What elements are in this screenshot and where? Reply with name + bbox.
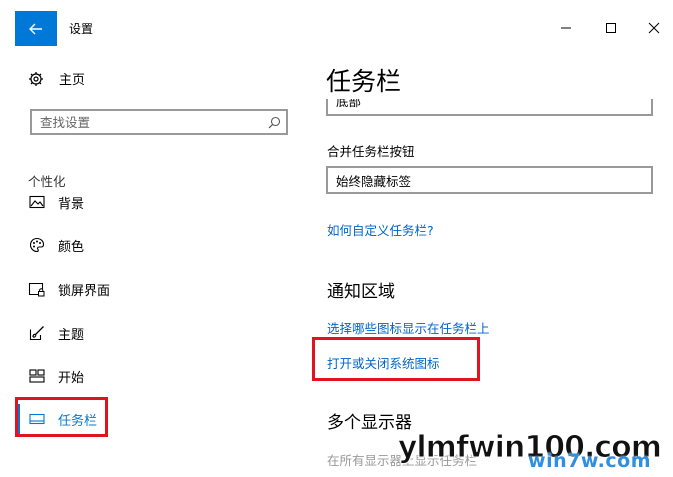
search-box[interactable]	[30, 109, 288, 135]
sidebar-item-lock-screen[interactable]: 锁屏界面	[28, 277, 110, 301]
sidebar-item-background[interactable]: 背景	[28, 190, 84, 214]
palette-icon	[28, 237, 45, 254]
close-icon	[648, 22, 660, 34]
back-button[interactable]	[15, 11, 57, 46]
highlight-box	[312, 337, 480, 381]
image-icon	[28, 194, 45, 211]
close-button[interactable]	[642, 16, 666, 40]
maximize-button[interactable]	[599, 16, 623, 40]
select-taskbar-icons-link[interactable]: 选择哪些图标显示在任务栏上	[327, 318, 490, 337]
combine-buttons-dropdown[interactable]: 始终隐藏标签	[326, 166, 653, 194]
theme-brush-icon	[28, 325, 45, 342]
combine-buttons-label: 合并任务栏按钮	[327, 144, 415, 159]
sidebar-item-label: 主题	[58, 327, 85, 343]
sidebar-item-themes[interactable]: 主题	[28, 321, 84, 345]
search-icon[interactable]	[262, 111, 286, 133]
highlight-box	[15, 397, 108, 437]
sidebar-item-label: 开始	[58, 370, 85, 386]
sidebar-item-label: 背景	[58, 196, 85, 212]
sidebar-item-label: 锁屏界面	[58, 283, 111, 299]
notification-area-heading: 通知区域	[327, 282, 395, 302]
page-title: 任务栏	[326, 67, 402, 96]
start-tiles-icon	[28, 368, 45, 385]
sidebar-item-colors[interactable]: 颜色	[28, 233, 84, 257]
gear-icon	[29, 71, 43, 86]
window-title: 设置	[69, 22, 94, 36]
home-nav-item[interactable]: 主页	[28, 69, 85, 88]
taskbar-location-dropdown[interactable]: 底部	[326, 99, 653, 116]
home-label: 主页	[59, 73, 86, 88]
sidebar-item-label: 颜色	[58, 239, 85, 255]
lock-screen-icon	[28, 281, 45, 298]
maximize-icon	[606, 23, 616, 33]
search-input[interactable]	[32, 111, 262, 133]
minimize-button[interactable]	[554, 16, 578, 40]
dropdown-value: 始终隐藏标签	[336, 173, 412, 189]
sidebar-item-start[interactable]: 开始	[28, 364, 84, 388]
minimize-icon	[561, 27, 571, 29]
customize-taskbar-link[interactable]: 如何自定义任务栏?	[327, 220, 434, 239]
dropdown-value: 底部	[336, 99, 362, 109]
back-arrow-icon	[29, 23, 42, 34]
watermark-subtext: win7w.com	[528, 450, 651, 472]
section-label-personalization: 个性化	[28, 174, 66, 189]
